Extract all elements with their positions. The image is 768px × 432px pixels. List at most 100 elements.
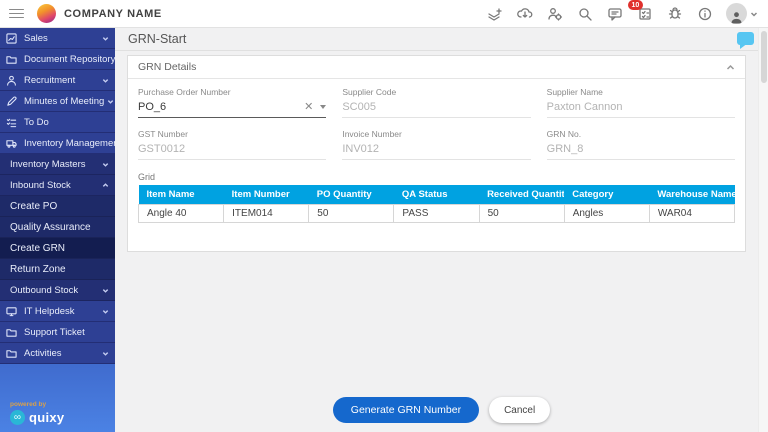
sidebar-item-sales[interactable]: Sales: [0, 28, 115, 49]
chat-icon[interactable]: [606, 5, 623, 22]
supplier-name-field: Supplier Name Paxton Cannon: [547, 87, 735, 118]
grn-details-card: GRN Details Purchase Order Number PO_6 ✕…: [127, 55, 746, 252]
monitor-icon: [6, 306, 19, 317]
quixy-brand-name: quixy: [29, 410, 64, 425]
sidebar-item-label: Document Repository: [24, 54, 115, 65]
main-content: GRN-Start GRN Details Purchase Order Num…: [115, 28, 768, 432]
sidebar-item-support-ticket[interactable]: Support Ticket: [0, 322, 115, 343]
page-title: GRN-Start: [128, 32, 186, 46]
quixy-logo-icon: ∞: [10, 410, 25, 425]
sidebar-item-create-grn[interactable]: Create GRN: [0, 238, 115, 259]
purchase-order-number-combobox[interactable]: PO_6 ✕: [138, 98, 326, 118]
sidebar-item-recruitment[interactable]: Recruitment: [0, 70, 115, 91]
bug-report-icon[interactable]: [666, 5, 683, 22]
comment-bubble-icon[interactable]: [737, 32, 754, 45]
sidebar-item-outbound-stock[interactable]: Outbound Stock: [0, 280, 115, 301]
action-buttons: Generate GRN Number Cancel: [115, 397, 768, 423]
chevron-up-icon: [99, 182, 109, 189]
table-cell: 50: [309, 205, 394, 223]
sidebar-item-inbound-stock[interactable]: Inbound Stock: [0, 175, 115, 196]
field-value-readonly: Paxton Cannon: [547, 98, 735, 118]
search-icon[interactable]: [576, 5, 593, 22]
chevron-down-icon: [99, 350, 109, 357]
cancel-button[interactable]: Cancel: [489, 397, 550, 423]
top-header: COMPANY NAME 10: [0, 0, 768, 28]
powered-by-label: powered by: [10, 401, 64, 408]
dropdown-caret-icon[interactable]: [320, 105, 326, 109]
company-logo: [37, 4, 56, 23]
info-icon[interactable]: [696, 5, 713, 22]
header-icon-bar: 10: [486, 3, 758, 24]
sidebar-item-activities[interactable]: Activities: [0, 343, 115, 364]
column-header: Warehouse Name: [649, 185, 734, 205]
tasks-survey-icon[interactable]: 10: [636, 5, 653, 22]
column-header: Category: [564, 185, 649, 205]
sidebar-item-label: IT Helpdesk: [24, 306, 75, 317]
field-label: GST Number: [138, 129, 326, 139]
chevron-down-icon: [99, 77, 109, 84]
field-label: Invoice Number: [342, 129, 530, 139]
avatar: [726, 3, 747, 24]
chevron-down-icon: [99, 35, 109, 42]
column-header: PO Quantity: [309, 185, 394, 205]
sidebar-item-document-repository[interactable]: Document Repository: [0, 49, 115, 70]
layers-add-icon[interactable]: [486, 5, 503, 22]
card-header: GRN Details: [128, 56, 745, 79]
invoice-number-field: Invoice Number INV012: [342, 129, 530, 160]
sidebar-item-label: Create PO: [10, 201, 57, 212]
table-row[interactable]: Angle 40 ITEM014 50 PASS 50 Angles WAR04: [139, 205, 735, 223]
sidebar-item-quality-assurance[interactable]: Quality Assurance: [0, 217, 115, 238]
field-label: GRN No.: [547, 129, 735, 139]
company-name: COMPANY NAME: [64, 8, 162, 20]
sidebar-item-return-zone[interactable]: Return Zone: [0, 259, 115, 280]
field-value-readonly: GST0012: [138, 140, 326, 160]
folder-icon: [6, 327, 19, 338]
table-cell: ITEM014: [224, 205, 309, 223]
collapse-chevron-up-icon[interactable]: [726, 63, 735, 72]
sidebar-item-label: Quality Assurance: [10, 222, 91, 233]
vertical-scrollbar[interactable]: [758, 28, 768, 432]
sidebar-item-inventory-management[interactable]: Inventory Management: [0, 133, 115, 154]
sidebar-nav: Sales Document Repository Recruitment Mi…: [0, 28, 115, 432]
column-header: QA Status: [394, 185, 479, 205]
supplier-code-field: Supplier Code SC005: [342, 87, 530, 118]
chart-icon: [6, 33, 19, 44]
purchase-order-number-field: Purchase Order Number PO_6 ✕: [138, 87, 326, 118]
truck-icon: [6, 138, 19, 149]
chevron-down-icon: [99, 287, 109, 294]
chevron-down-icon: [104, 98, 114, 105]
chevron-down-icon: [99, 308, 109, 315]
field-value-readonly: INV012: [342, 140, 530, 160]
clear-icon[interactable]: ✕: [304, 102, 313, 113]
table-cell: PASS: [394, 205, 479, 223]
user-settings-icon[interactable]: [546, 5, 563, 22]
generate-grn-number-button[interactable]: Generate GRN Number: [333, 397, 479, 423]
sidebar-item-create-po[interactable]: Create PO: [0, 196, 115, 217]
sidebar-item-label: Support Ticket: [24, 327, 85, 338]
sidebar-item-inventory-masters[interactable]: Inventory Masters: [0, 154, 115, 175]
pen-icon: [6, 96, 19, 107]
folder-icon: [6, 54, 19, 65]
sidebar-item-label: Outbound Stock: [10, 285, 78, 296]
scrollbar-thumb[interactable]: [761, 31, 767, 83]
user-avatar-menu[interactable]: [726, 3, 758, 24]
table-cell: Angles: [564, 205, 649, 223]
gst-number-field: GST Number GST0012: [138, 129, 326, 160]
sidebar-item-it-helpdesk[interactable]: IT Helpdesk: [0, 301, 115, 322]
sidebar-item-label: Return Zone: [10, 264, 66, 275]
folder-icon: [6, 348, 19, 359]
chevron-down-icon: [99, 161, 109, 168]
grid-label: Grid: [128, 171, 745, 184]
person-icon: [6, 75, 19, 86]
sidebar-item-to-do[interactable]: To Do: [0, 112, 115, 133]
grn-items-table: Item Name Item Number PO Quantity QA Sta…: [138, 185, 735, 223]
field-value-readonly: GRN_8: [547, 140, 735, 160]
hamburger-menu-icon[interactable]: [9, 6, 24, 21]
cloud-download-icon[interactable]: [516, 5, 533, 22]
sidebar-item-label: Sales: [24, 33, 48, 44]
sidebar-footer: powered by ∞ quixy: [10, 401, 64, 425]
sidebar-item-minutes-of-meeting[interactable]: Minutes of Meeting: [0, 91, 115, 112]
page-title-bar: GRN-Start: [115, 28, 768, 51]
sidebar-item-label: Inventory Management: [24, 138, 115, 149]
sidebar-item-label: To Do: [24, 117, 49, 128]
